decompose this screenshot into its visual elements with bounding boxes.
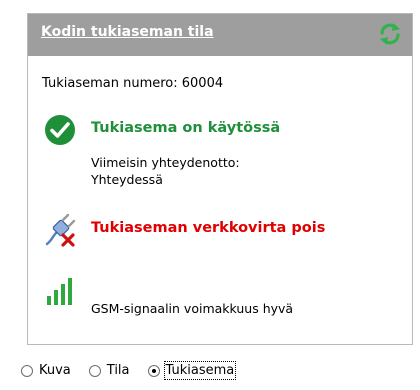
radio-label[interactable]: Tukiasema [163,361,237,380]
radio-button[interactable] [21,364,33,377]
radio-button-selected[interactable] [147,364,160,377]
base-station-status-panel: Kodin tukiaseman tila Tukiaseman numero:… [27,13,413,345]
signal-strength-icon [47,278,72,305]
status-ok-text: Tukiasema on käytössä [91,120,281,136]
view-option-kuva[interactable]: Kuva [21,363,71,378]
last-contact-label: Viimeisin yhteydenotto: [91,155,240,170]
radio-label[interactable]: Tila [107,363,130,378]
panel-title[interactable]: Kodin tukiaseman tila [41,24,214,40]
view-option-tila[interactable]: Tila [88,363,130,378]
last-contact-value: Yhteydessä [91,172,163,187]
signal-status-text: GSM-signaalin voimakkuus hyvä [91,301,294,316]
panel-header: Kodin tukiaseman tila [28,14,412,56]
checkmark-circle-icon [45,115,75,145]
view-option-tukiasema[interactable]: Tukiasema [147,361,237,380]
refresh-icon[interactable] [378,22,402,46]
view-selector: Kuva Tila Tukiasema [21,361,252,380]
radio-label[interactable]: Kuva [39,363,71,378]
power-plug-off-icon [45,213,76,247]
station-number: Tukiaseman numero: 60004 [42,76,224,91]
power-status-text: Tukiaseman verkkovirta pois [91,220,326,236]
radio-button[interactable] [88,364,101,377]
